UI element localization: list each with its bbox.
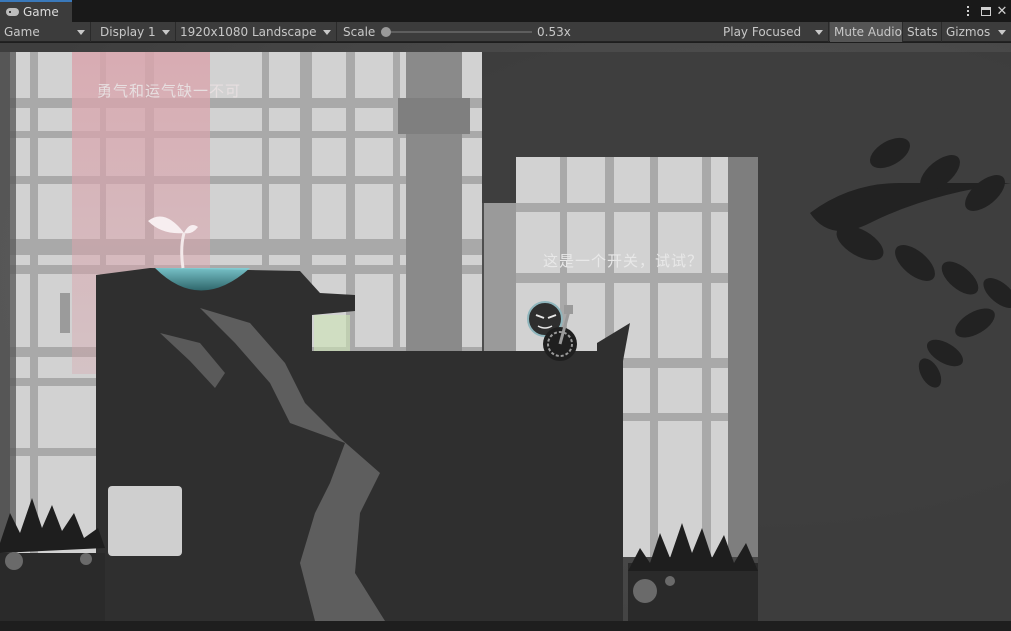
stats-toggle[interactable]: Stats <box>903 22 942 42</box>
hint-switch-text: 这是一个开关，试试？ <box>543 252 704 270</box>
scale-label-text: Scale <box>343 25 376 39</box>
display-dropdown[interactable]: Display 1 <box>96 22 176 42</box>
game-scene <box>0 43 1011 621</box>
tab-game-label: Game <box>23 5 59 19</box>
gizmos-label: Gizmos <box>946 25 991 39</box>
resolution-label: 1920x1080 Landscape <box>180 25 317 39</box>
display-label: Display 1 <box>100 25 156 39</box>
close-icon[interactable]: ✕ <box>995 2 1009 20</box>
mute-audio-toggle[interactable]: Mute Audio <box>830 22 903 42</box>
more-options-icon[interactable] <box>961 2 975 20</box>
chevron-down-icon <box>815 30 823 35</box>
bottom-bar <box>0 621 1011 631</box>
view-mode-dropdown[interactable]: Game <box>0 22 91 42</box>
play-mode-label: Play Focused <box>723 25 802 39</box>
glow-block <box>314 315 350 351</box>
scale-label: Scale <box>339 22 379 42</box>
scale-slider-track[interactable] <box>386 31 532 33</box>
left-rock-small <box>80 553 92 565</box>
left-rock <box>5 552 23 570</box>
chevron-down-icon <box>77 30 85 35</box>
view-mode-label: Game <box>4 25 40 39</box>
scale-slider-thumb[interactable] <box>381 27 391 37</box>
stats-label: Stats <box>907 25 938 39</box>
tab-game[interactable]: Game <box>0 0 72 22</box>
mute-audio-label: Mute Audio <box>834 25 902 39</box>
gamepad-icon <box>6 8 19 16</box>
chevron-down-icon <box>998 30 1006 35</box>
right-rock-small <box>665 576 675 586</box>
maximize-icon[interactable] <box>979 2 993 20</box>
chevron-down-icon <box>323 30 331 35</box>
lower-window <box>108 486 182 556</box>
right-rock <box>633 579 657 603</box>
scale-value: 0.53x <box>537 25 571 39</box>
editor-tab-bar: Game ✕ <box>0 0 1011 22</box>
chevron-down-icon <box>162 30 170 35</box>
game-viewport[interactable]: 勇气和运气缺一不可 这是一个开关，试试？ <box>0 43 1011 621</box>
play-mode-dropdown[interactable]: Play Focused <box>719 22 829 42</box>
hint-courage-text: 勇气和运气缺一不可 <box>97 82 242 100</box>
gizmos-dropdown[interactable]: Gizmos <box>942 22 1011 42</box>
resolution-dropdown[interactable]: 1920x1080 Landscape <box>176 22 337 42</box>
